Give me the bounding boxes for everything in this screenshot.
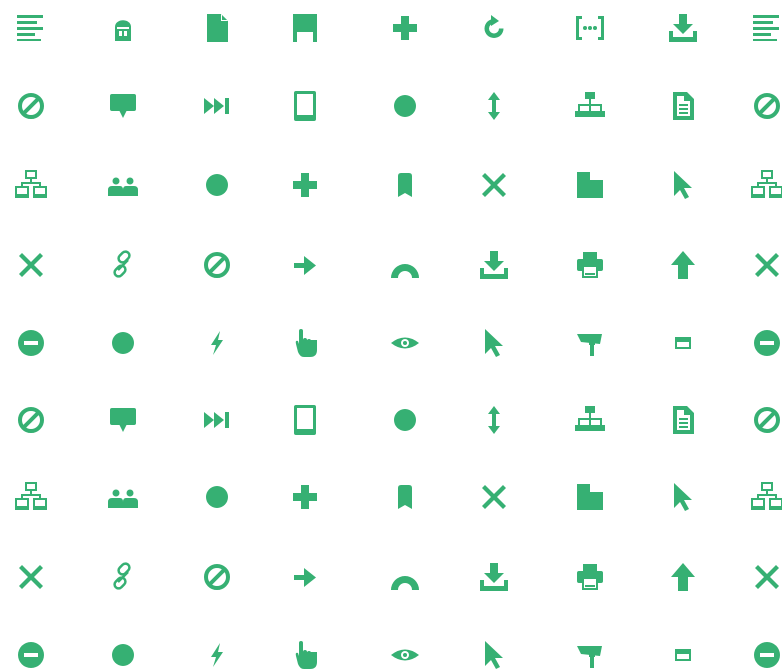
ban-icon	[750, 89, 782, 123]
ban-icon	[750, 403, 782, 437]
bookmark-icon	[388, 168, 422, 202]
plus-icon	[288, 168, 322, 202]
folder-file-icon	[573, 168, 607, 202]
network-icon	[750, 480, 782, 514]
download-icon	[477, 248, 511, 282]
opencart-icon	[388, 248, 422, 282]
json-brackets-icon	[573, 11, 607, 45]
align-left-icon	[14, 11, 48, 45]
fast-forward-icon	[200, 89, 234, 123]
minus-circle-icon	[750, 326, 782, 360]
circle-icon	[388, 403, 422, 437]
circle-icon	[106, 638, 140, 672]
cursor-icon	[666, 480, 700, 514]
speech-bubble-icon	[106, 89, 140, 123]
close-icon	[14, 560, 48, 594]
close-icon	[750, 248, 782, 282]
fast-forward-icon	[200, 403, 234, 437]
network-icon	[14, 168, 48, 202]
circle-icon	[200, 480, 234, 514]
printer-icon	[573, 248, 607, 282]
refresh-icon	[477, 11, 511, 45]
close-icon	[14, 248, 48, 282]
document-text-icon	[666, 89, 700, 123]
window-icon	[666, 326, 700, 360]
link-icon	[106, 560, 140, 594]
arrow-right-icon	[288, 560, 322, 594]
window-icon	[666, 638, 700, 672]
circle-icon	[200, 168, 234, 202]
flash-icon	[200, 638, 234, 672]
printer-icon	[573, 560, 607, 594]
cursor-icon	[666, 168, 700, 202]
flash-icon	[200, 326, 234, 360]
close-icon	[477, 168, 511, 202]
file-icon	[200, 11, 234, 45]
minus-circle-icon	[14, 638, 48, 672]
download-icon	[477, 560, 511, 594]
circle-icon	[388, 89, 422, 123]
document-text-icon	[666, 403, 700, 437]
speech-bubble-icon	[106, 403, 140, 437]
plus-icon	[288, 480, 322, 514]
folder-file-icon	[573, 480, 607, 514]
flag-icon	[288, 11, 322, 45]
download-icon	[666, 11, 700, 45]
network-icon	[750, 168, 782, 202]
arrow-up-icon	[666, 560, 700, 594]
tablet-icon	[288, 89, 322, 123]
cursor-icon	[477, 638, 511, 672]
sitemap-icon	[573, 89, 607, 123]
eye-icon	[388, 638, 422, 672]
eye-icon	[388, 326, 422, 360]
bookmark-icon	[388, 480, 422, 514]
align-left-icon	[750, 11, 782, 45]
arrow-up-icon	[666, 248, 700, 282]
tablet-icon	[288, 403, 322, 437]
sitemap-icon	[573, 403, 607, 437]
network-icon	[14, 480, 48, 514]
opencart-icon	[388, 560, 422, 594]
group-icon	[106, 480, 140, 514]
hand-pointer-icon	[288, 638, 322, 672]
icon-grid	[0, 0, 782, 671]
vertical-resize-icon	[477, 403, 511, 437]
plus-icon	[388, 11, 422, 45]
robot-head-icon	[106, 11, 140, 45]
ban-icon	[200, 560, 234, 594]
security-camera-icon	[573, 326, 607, 360]
ban-icon	[14, 403, 48, 437]
vertical-resize-icon	[477, 89, 511, 123]
cursor-icon	[477, 326, 511, 360]
group-icon	[106, 168, 140, 202]
arrow-right-icon	[288, 248, 322, 282]
link-icon	[106, 248, 140, 282]
circle-icon	[106, 326, 140, 360]
ban-icon	[14, 89, 48, 123]
security-camera-icon	[573, 638, 607, 672]
minus-circle-icon	[14, 326, 48, 360]
ban-icon	[200, 248, 234, 282]
hand-pointer-icon	[288, 326, 322, 360]
close-icon	[750, 560, 782, 594]
minus-circle-icon	[750, 638, 782, 672]
close-icon	[477, 480, 511, 514]
